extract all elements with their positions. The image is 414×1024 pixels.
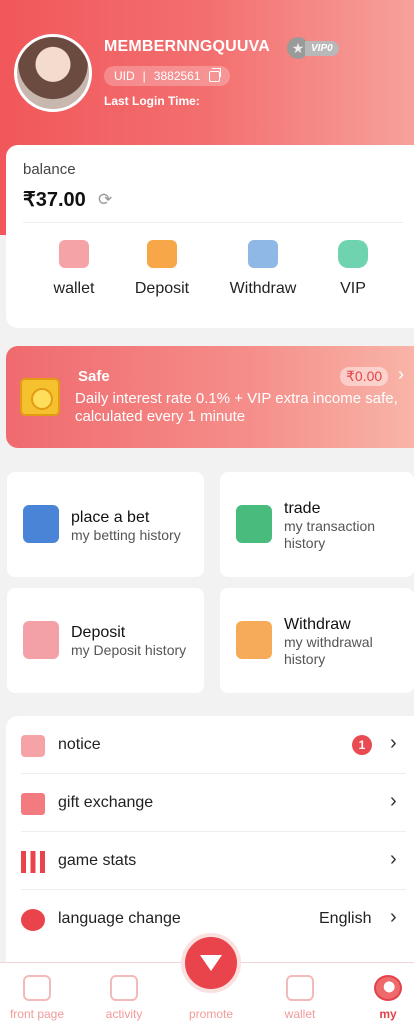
betting-history-card[interactable]: place a bet my betting history [7,472,204,577]
tab-promote-label: promote [188,1007,234,1021]
vip-level-label: VIP0 [305,40,339,56]
activity-icon [110,975,138,1001]
chevron-right-icon: › [390,732,397,754]
tab-my[interactable]: my [348,975,414,1021]
wallet-label: wallet [53,280,95,297]
tab-activity[interactable]: activity [84,975,164,1021]
balance-card: balance ₹37.00 ⟳ wallet Deposit Withdraw… [6,145,414,328]
hist-title: Deposit [71,624,126,641]
hist-subtitle: my betting history [71,527,181,543]
username: MEMBERNNGQUUVA [104,38,271,55]
chevron-right-icon: › [390,848,397,870]
wallet-icon [59,240,89,268]
trade-document-icon [236,505,272,543]
withdrawal-history-card[interactable]: Withdraw my withdrawal history [220,588,414,693]
safe-description: Daily interest rate 0.1% + VIP extra inc… [75,390,398,425]
uid-value: 3882561 [153,69,201,83]
profile-icon [374,975,402,1001]
chevron-right-icon: › [398,364,404,384]
chevron-right-icon: › [390,790,397,812]
vip-button[interactable]: VIP [308,240,398,298]
menu-label: game stats [58,852,137,869]
hist-title: trade [284,500,321,517]
notice-count-badge: 1 [352,735,372,755]
menu-item-gift-exchange[interactable]: gift exchange › [6,774,414,832]
divider [23,222,403,223]
language-value: English [319,910,372,927]
menu-item-game-stats[interactable]: game stats › [6,832,414,890]
menu-item-notice[interactable]: notice 1 › [6,716,414,774]
tab-front-page[interactable]: front page [0,975,77,1021]
deposit-button[interactable]: Deposit [117,240,207,298]
deposit-icon [147,240,177,268]
vip-level-badge: ★ VIP0 [287,37,339,59]
hist-subtitle: my Deposit history [71,642,187,658]
refresh-icon[interactable]: ⟳ [98,190,112,210]
safe-title: Safe [78,368,110,385]
tab-label: wallet [284,1007,316,1021]
vip-label: VIP [340,280,366,297]
vip-icon [338,240,368,268]
hist-subtitle: my withdrawal history [284,634,373,667]
deposit-history-card[interactable]: Deposit my Deposit history [7,588,204,693]
balance-label: balance [23,161,76,178]
safe-amount: ₹0.00 [340,367,389,386]
wallet-icon [286,975,314,1001]
avatar[interactable] [14,34,92,112]
gift-icon [21,793,45,815]
deposit-book-icon [23,621,59,659]
uid-pill[interactable]: UID | 3882561 [104,66,230,86]
tab-label: my [379,1007,397,1021]
tab-wallet[interactable]: wallet [260,975,340,1021]
balance-amount: ₹37.00 [23,189,86,211]
uid-separator: | [142,69,146,83]
menu-label: notice [58,736,101,753]
menu-label: gift exchange [58,794,154,811]
hist-title: Withdraw [284,616,351,633]
wallet-button[interactable]: wallet [29,240,119,298]
hist-title: place a bet [71,509,150,526]
withdraw-wallet-icon [236,621,272,659]
bar-chart-icon [21,851,45,873]
last-login-time: Last Login Time: [104,94,200,108]
chevron-right-icon: › [390,906,397,928]
safe-banner[interactable]: Safe ₹0.00 › Daily interest rate 0.1% + … [6,346,414,448]
transaction-history-card[interactable]: trade my transaction history [220,472,414,577]
uid-label: UID [114,69,135,83]
home-icon [23,975,51,1001]
tab-label: activity [105,1007,143,1021]
bet-document-icon [23,505,59,543]
envelope-icon [21,735,45,757]
promote-diamond-button[interactable] [181,933,241,993]
withdraw-icon [248,240,278,268]
withdraw-button[interactable]: Withdraw [218,240,308,298]
hist-subtitle: my transaction history [284,518,376,551]
tab-label: front page [9,1007,65,1021]
copy-icon[interactable] [208,67,221,82]
safe-box-icon [20,378,60,416]
deposit-label: Deposit [134,280,190,297]
menu-label: language change [58,910,181,927]
globe-icon [21,909,45,931]
withdraw-label: Withdraw [229,280,297,297]
